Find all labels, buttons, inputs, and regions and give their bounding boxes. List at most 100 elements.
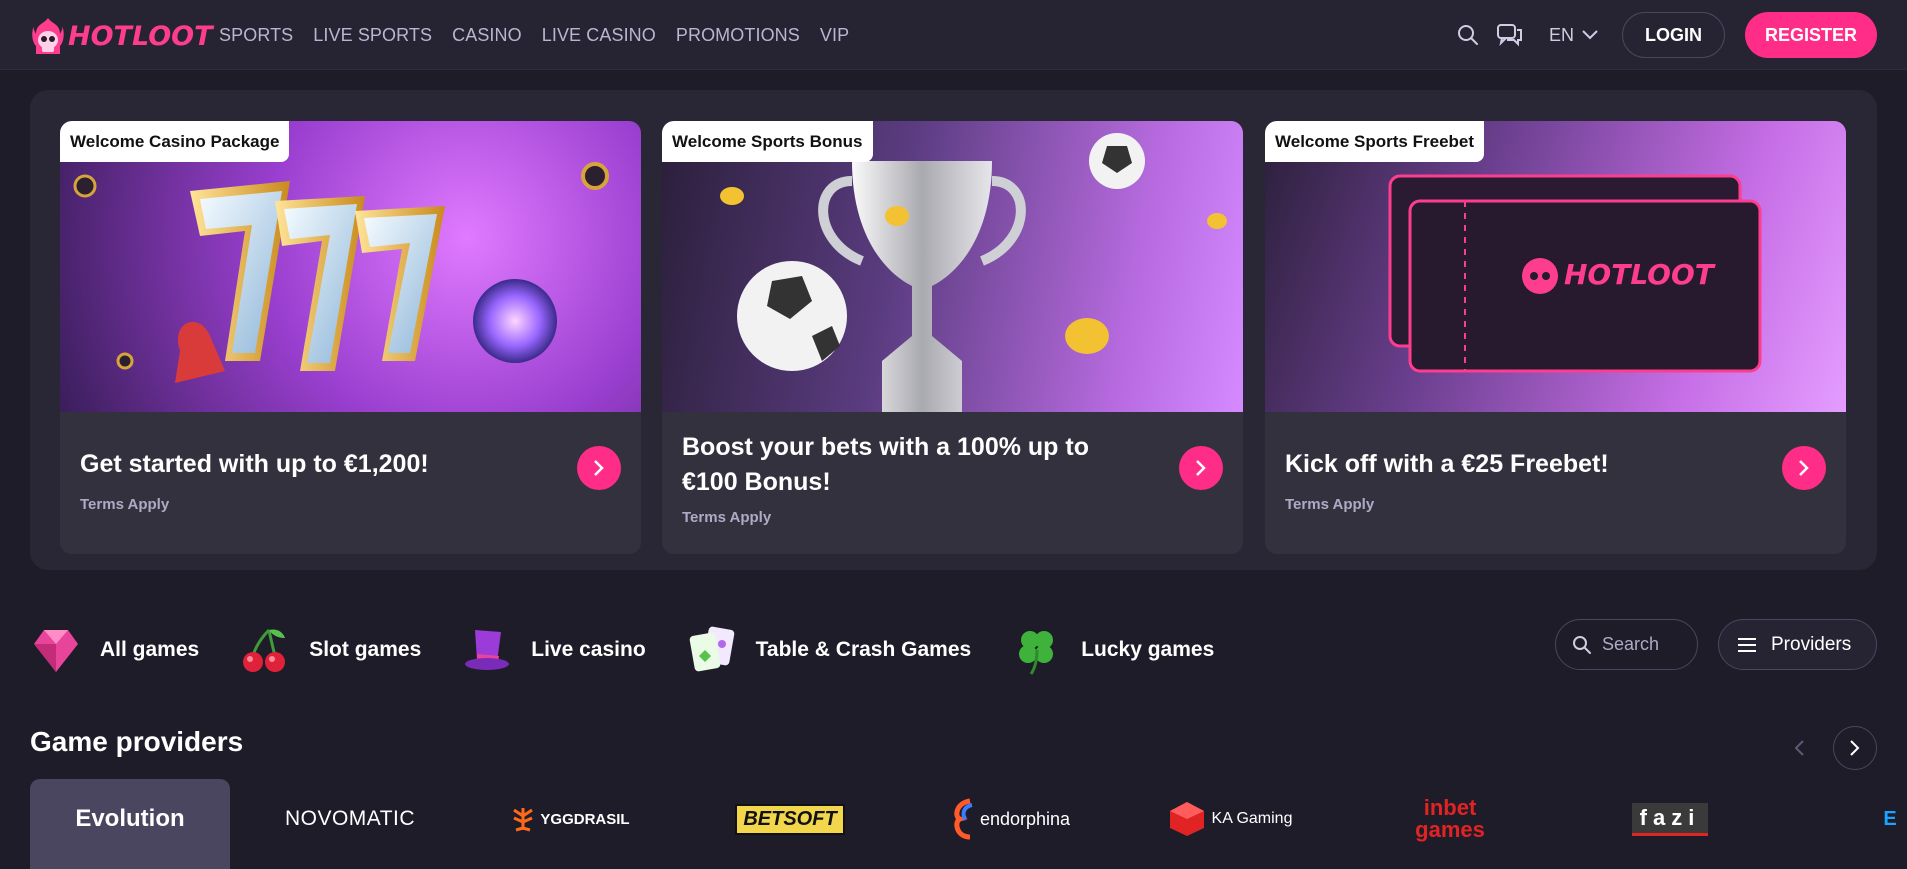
category-label: Live casino (531, 638, 646, 661)
provider-logo: fazi (1631, 779, 1709, 859)
providers-next-button[interactable] (1833, 726, 1877, 770)
providers-filter-button[interactable]: Providers (1718, 619, 1877, 670)
logo-text: HOTLOOT (68, 20, 213, 52)
providers-list: Evolution NOVOMATIC YGGDRASIL BETSOFT en… (30, 779, 1907, 869)
promo-title-freebet: Kick off with a €25 Freebet! (1285, 450, 1609, 478)
promo-tag-casino: Welcome Casino Package (60, 121, 290, 162)
promo-card-sports-bonus[interactable]: Welcome Sports Bonus Boost your bets wit… (662, 121, 1243, 554)
provider-ka-gaming[interactable]: KA Gaming (1130, 779, 1330, 869)
header-actions: EN LOGIN REGISTER (1453, 0, 1877, 70)
promo-image-sports-bonus: Welcome Sports Bonus (662, 121, 1243, 412)
provider-name: BETSOFT (735, 803, 845, 835)
yggdrasil-tree-icon (513, 808, 534, 832)
ka-gaming-cube-icon (1169, 802, 1204, 836)
register-button[interactable]: REGISTER (1744, 12, 1877, 58)
category-label: Lucky games (1081, 638, 1215, 661)
top-header: HOTLOOT SPORTS LIVE SPORTS CASINO LIVE C… (0, 0, 1907, 70)
promo-tag-sports-bonus: Welcome Sports Bonus (662, 121, 873, 162)
promo-terms-casino[interactable]: Terms Apply (80, 496, 169, 513)
provider-fazi[interactable]: fazi (1570, 779, 1770, 869)
provider-logo: inbet games (1405, 779, 1495, 859)
provider-logo: endorphina (950, 779, 1070, 859)
provider-name: Evolution (75, 805, 185, 832)
nav-sports[interactable]: SPORTS (219, 25, 293, 46)
game-search-input[interactable]: Search (1555, 619, 1698, 670)
login-button[interactable]: LOGIN (1621, 12, 1725, 58)
category-live-casino[interactable]: Live casino (461, 624, 646, 676)
category-label: Table & Crash Games (755, 638, 972, 661)
provider-inbet[interactable]: inbet games (1350, 779, 1550, 869)
provider-logo: YGGDRASIL (510, 779, 630, 859)
search-icon[interactable] (1453, 20, 1483, 50)
language-selector[interactable]: EN (1549, 25, 1598, 46)
provider-novomatic[interactable]: NOVOMATIC (250, 779, 450, 869)
gem-icon (34, 630, 78, 672)
chevron-down-icon (1582, 30, 1598, 40)
promo-arrow-casino[interactable] (577, 446, 621, 490)
provider-name: inbet games (1415, 795, 1485, 842)
provider-partial[interactable]: E (1790, 779, 1907, 869)
nav-live-casino[interactable]: LIVE CASINO (542, 25, 656, 46)
nav-promotions[interactable]: PROMOTIONS (676, 25, 800, 46)
chevron-right-icon (1196, 460, 1206, 476)
search-placeholder: Search (1602, 634, 1660, 654)
chevron-right-icon (1799, 460, 1809, 476)
provider-logo: E (1883, 779, 1896, 859)
category-all-games[interactable]: All games (30, 624, 199, 676)
menu-icon (1738, 637, 1756, 652)
promo-tag-freebet: Welcome Sports Freebet (1265, 121, 1485, 162)
ticket-logo-text: HOTLOOT (1564, 258, 1714, 291)
nav-casino[interactable]: CASINO (452, 25, 522, 46)
chevron-right-icon (1850, 740, 1860, 756)
provider-name: endorphina (979, 808, 1071, 829)
promo-title-sports-bonus: Boost your bets with a 100% up to €100 B… (682, 433, 1089, 496)
game-categories: All games Slot games Live casino Table &… (30, 620, 1254, 680)
search-icon (1573, 635, 1591, 654)
provider-logo: Evolution (75, 779, 184, 859)
top-hat-icon (465, 630, 510, 670)
language-label: EN (1548, 24, 1574, 45)
main-nav: SPORTS LIVE SPORTS CASINO LIVE CASINO PR… (219, 0, 849, 70)
category-lucky-games[interactable]: Lucky games (1011, 624, 1214, 676)
clover-icon (1019, 631, 1054, 675)
provider-logo: KA Gaming (1168, 779, 1293, 859)
promo-image-freebet: HOTLOOT Welcome Sports Freebet (1265, 121, 1846, 412)
game-providers-title: Game providers (30, 726, 244, 757)
category-table-crash[interactable]: Table & Crash Games (686, 624, 972, 676)
provider-name: fazi (1631, 802, 1709, 836)
category-label: Slot games (309, 638, 422, 661)
sevens-slot-illustration (73, 162, 609, 383)
provider-yggdrasil[interactable]: YGGDRASIL (470, 779, 670, 869)
promo-carousel: Welcome Casino Package Get started with … (30, 90, 1877, 570)
provider-name: KA Gaming (1211, 810, 1293, 827)
endorphina-mark-icon (954, 798, 973, 840)
provider-name: YGGDRASIL (540, 810, 630, 828)
providers-prev-button[interactable] (1778, 727, 1820, 769)
provider-evolution[interactable]: Evolution (30, 779, 230, 869)
chevron-right-icon (594, 460, 604, 476)
chat-icon[interactable] (1495, 20, 1525, 50)
provider-endorphina[interactable]: endorphina (910, 779, 1110, 869)
promo-terms-freebet[interactable]: Terms Apply (1285, 496, 1374, 513)
promo-terms-sports-bonus[interactable]: Terms Apply (682, 509, 771, 526)
promo-card-freebet[interactable]: HOTLOOT Welcome Sports Freebet Kick off … (1265, 121, 1846, 554)
nav-live-sports[interactable]: LIVE SPORTS (313, 25, 432, 46)
promo-card-casino[interactable]: Welcome Casino Package Get started with … (60, 121, 641, 554)
hotloot-logo[interactable]: HOTLOOT (30, 14, 213, 58)
promo-arrow-sports-bonus[interactable] (1179, 446, 1223, 490)
provider-name: NOVOMATIC (284, 807, 416, 830)
promo-image-casino: Welcome Casino Package (60, 121, 641, 412)
provider-logo: NOVOMATIC (285, 779, 415, 859)
trophy-ball-illustration (720, 133, 1227, 412)
promo-arrow-freebet[interactable] (1782, 446, 1826, 490)
provider-betsoft[interactable]: BETSOFT (690, 779, 890, 869)
chevron-left-icon (1794, 740, 1804, 756)
category-label: All games (100, 638, 200, 661)
cherries-icon (243, 628, 286, 672)
nav-vip[interactable]: VIP (820, 25, 849, 46)
category-slot-games[interactable]: Slot games (239, 624, 421, 676)
provider-logo: BETSOFT (735, 779, 845, 859)
skull-flame-icon (32, 18, 64, 54)
promo-title-casino: Get started with up to €1,200! (80, 450, 429, 478)
provider-name: E (1883, 807, 1897, 830)
